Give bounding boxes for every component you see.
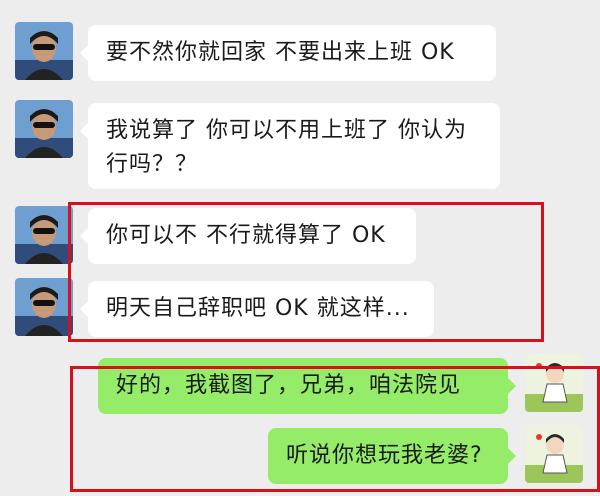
message-text-line: 我说算了 你可以不用上班了 你认为	[106, 118, 467, 143]
bubble-tail	[80, 123, 88, 139]
bubble-tail	[508, 378, 516, 394]
bubble-tail	[80, 228, 88, 244]
message-bubble[interactable]: 要不然你就回家 不要出来上班 OK	[80, 25, 496, 81]
message-bubble[interactable]: 好的，我截图了，兄弟，咱法院见	[98, 358, 516, 414]
message-text: 好的，我截图了，兄弟，咱法院见	[116, 373, 462, 398]
bubble-tail	[80, 45, 88, 61]
message-bubble[interactable]: 我说算了 你可以不用上班了 你认为 行吗？？	[80, 103, 500, 189]
contact-avatar[interactable]	[15, 278, 73, 336]
message-text: 明天自己辞职吧 OK 就这样...	[106, 296, 410, 321]
message-text: 要不然你就回家 不要出来上班 OK	[106, 40, 455, 65]
message-bubble[interactable]: 你可以不 不行就得算了 OK	[80, 208, 416, 264]
message-bubble[interactable]: 听说你想玩我老婆?	[268, 428, 516, 484]
contact-avatar[interactable]	[15, 22, 73, 80]
message-bubble[interactable]: 明天自己辞职吧 OK 就这样...	[80, 281, 434, 337]
message-text: 你可以不 不行就得算了 OK	[106, 223, 386, 248]
message-text-line: 行吗？？	[106, 152, 199, 177]
contact-avatar[interactable]	[15, 206, 73, 264]
contact-avatar[interactable]	[15, 100, 73, 158]
bubble-tail	[80, 301, 88, 317]
self-avatar[interactable]	[525, 425, 583, 483]
bubble-tail	[508, 448, 516, 464]
self-avatar[interactable]	[525, 354, 583, 412]
message-text: 听说你想玩我老婆?	[286, 443, 483, 468]
